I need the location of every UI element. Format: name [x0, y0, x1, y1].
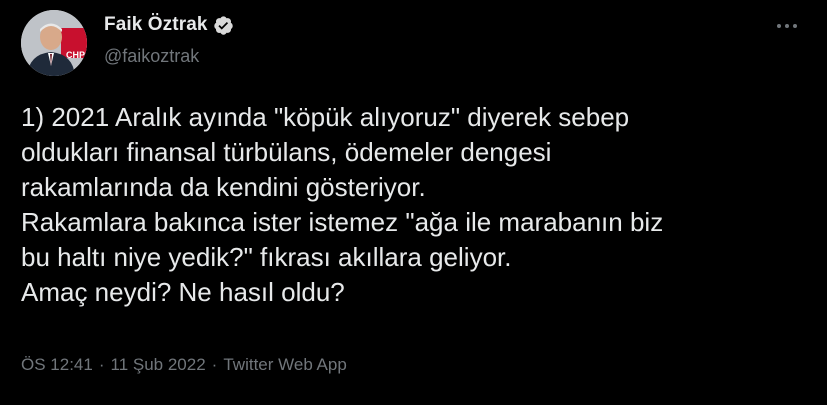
display-name[interactable]: Faik Öztrak [104, 14, 208, 36]
separator: · [211, 355, 218, 374]
tweet-text-line: Rakamlara bakınca ister istemez "ağa ile… [21, 207, 664, 237]
tweet-text-line: 1) 2021 Aralık ayında "köpük alıyoruz" d… [21, 102, 630, 132]
tweet-text-line: oldukları finansal türbülans, ödemeler d… [21, 137, 552, 167]
tweet-text-line: bu haltı niye yedik?" fıkrası akıllara g… [21, 242, 512, 272]
verified-badge-icon [213, 15, 234, 36]
tweet-text: 1) 2021 Aralık ayında "köpük alıyoruz" d… [21, 100, 811, 310]
svg-text:CHP: CHP [66, 50, 85, 60]
dot-icon [777, 24, 781, 28]
dot-icon [793, 24, 797, 28]
tweet-text-line: Amaç neydi? Ne hasıl oldu? [21, 277, 345, 307]
avatar[interactable]: CHP [21, 10, 87, 76]
separator: · [98, 355, 105, 374]
tweet-metadata: ÖS 12:41 · 11 Şub 2022 · Twitter Web App [21, 355, 347, 375]
tweet-text-line: rakamlarında da kendini gösteriyor. [21, 172, 426, 202]
tweet-source[interactable]: Twitter Web App [223, 355, 346, 375]
user-handle[interactable]: @faikoztrak [104, 46, 199, 67]
dot-icon [785, 24, 789, 28]
profile-photo: CHP [21, 10, 87, 76]
author-name-row: Faik Öztrak [104, 14, 234, 36]
tweet-time[interactable]: ÖS 12:41 [21, 355, 93, 375]
more-options-icon[interactable] [777, 22, 799, 30]
tweet-card: CHP Faik Öztrak @faikoztrak 1) 2021 Aral… [0, 0, 827, 405]
tweet-date[interactable]: 11 Şub 2022 [111, 355, 206, 375]
